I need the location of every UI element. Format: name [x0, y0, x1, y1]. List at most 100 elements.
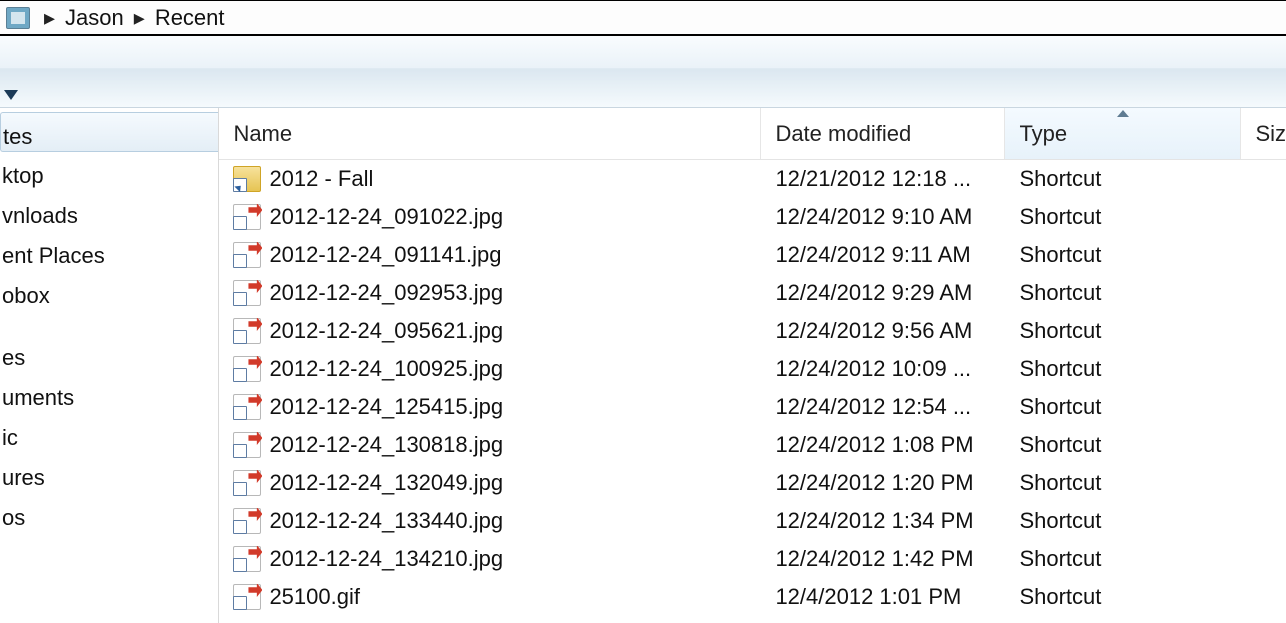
sidebar-item[interactable]: ic: [0, 414, 218, 454]
file-row[interactable]: 2012-12-24_134210.jpg 12/24/2012 1:42 PMS…: [219, 540, 1286, 578]
sort-ascending-icon: [1117, 110, 1129, 117]
sidebar-item[interactable]: uments: [0, 374, 218, 414]
cell-type: Shortcut: [1005, 546, 1241, 572]
image-shortcut-icon: [233, 204, 261, 230]
file-name: 2012-12-24_095621.jpg: [269, 318, 503, 344]
file-row[interactable]: 2012-12-24_130818.jpg 12/24/2012 1:08 PMS…: [219, 426, 1286, 464]
file-name: 2012-12-24_091022.jpg: [269, 204, 503, 230]
cell-type: Shortcut: [1005, 242, 1241, 268]
cell-date: 12/24/2012 10:09 ...: [761, 356, 1005, 382]
main-split: tesktopvnloadsent Placesobox esumentsicur…: [0, 108, 1286, 623]
cell-name: 2012 - Fall: [219, 166, 761, 192]
cell-name: 2012-12-24_130818.jpg: [219, 432, 761, 458]
image-shortcut-icon: [233, 584, 261, 610]
crumb-sep-icon: ▸: [44, 5, 55, 31]
file-name: 2012-12-24_091141.jpg: [269, 242, 501, 268]
cell-date: 12/24/2012 1:34 PM: [761, 508, 1005, 534]
cell-date: 12/24/2012 1:08 PM: [761, 432, 1005, 458]
column-label: Type: [1019, 121, 1067, 147]
sidebar-item[interactable]: os: [0, 494, 218, 534]
cell-name: 2012-12-24_091022.jpg: [219, 204, 761, 230]
sidebar-item[interactable]: ures: [0, 454, 218, 494]
image-shortcut-icon: [233, 242, 261, 268]
image-shortcut-icon: [233, 432, 261, 458]
location-icon: [6, 7, 30, 29]
file-row[interactable]: 2012 - Fall 12/21/2012 12:18 ...Shortcut: [219, 160, 1286, 198]
cell-name: 2012-12-24_132049.jpg: [219, 470, 761, 496]
cell-date: 12/24/2012 1:20 PM: [761, 470, 1005, 496]
file-name: 2012-12-24_092953.jpg: [269, 280, 503, 306]
file-name: 2012-12-24_125415.jpg: [269, 394, 503, 420]
file-name: 2012-12-24_130818.jpg: [269, 432, 503, 458]
file-row[interactable]: 25100.gif 12/4/2012 1:01 PMShortcut: [219, 578, 1286, 616]
file-name: 25100.gif: [269, 584, 360, 610]
column-label: Date modified: [775, 121, 911, 147]
sidebar-item[interactable]: vnloads: [0, 192, 218, 232]
sidebar-item[interactable]: obox: [0, 272, 218, 312]
cell-type: Shortcut: [1005, 166, 1241, 192]
breadcrumb-part[interactable]: Recent: [155, 5, 225, 31]
cell-type: Shortcut: [1005, 508, 1241, 534]
sidebar-item[interactable]: es: [0, 334, 218, 374]
sidebar-spacer: [0, 312, 218, 334]
file-row[interactable]: 2012-12-24_125415.jpg 12/24/2012 12:54 ..…: [219, 388, 1286, 426]
file-list-pane: Name Date modified Type Siz 2012 - Fall 1…: [219, 108, 1286, 623]
cell-name: 2012-12-24_091141.jpg: [219, 242, 761, 268]
column-label: Name: [233, 121, 292, 147]
file-row[interactable]: 2012-12-24_132049.jpg 12/24/2012 1:20 PMS…: [219, 464, 1286, 502]
file-rows: 2012 - Fall12/21/2012 12:18 ...Shortcut2…: [219, 160, 1286, 623]
cell-name: 2012-12-24_133440.jpg: [219, 508, 761, 534]
crumb-sep-icon: ▸: [134, 5, 145, 31]
cell-type: Shortcut: [1005, 584, 1241, 610]
cell-type: Shortcut: [1005, 432, 1241, 458]
cell-date: 12/24/2012 9:29 AM: [761, 280, 1005, 306]
file-name: 2012-12-24_100925.jpg: [269, 356, 503, 382]
nav-sidebar: tesktopvnloadsent Placesobox esumentsicur…: [0, 108, 219, 623]
column-header-size[interactable]: Siz: [1241, 108, 1286, 159]
file-row[interactable]: 2012-12-24_095621.jpg 12/24/2012 9:56 AMS…: [219, 312, 1286, 350]
cell-type: Shortcut: [1005, 394, 1241, 420]
file-row[interactable]: 2012-12-24_091141.jpg 12/24/2012 9:11 AMS…: [219, 236, 1286, 274]
cell-date: 12/24/2012 9:10 AM: [761, 204, 1005, 230]
toolbar: [0, 36, 1286, 108]
cell-type: Shortcut: [1005, 318, 1241, 344]
file-row[interactable]: 2012-12-24_091022.jpg 12/24/2012 9:10 AMS…: [219, 198, 1286, 236]
image-shortcut-icon: [233, 394, 261, 420]
image-shortcut-icon: [233, 508, 261, 534]
file-name: 2012-12-24_134210.jpg: [269, 546, 503, 572]
cell-type: Shortcut: [1005, 204, 1241, 230]
cell-date: 12/21/2012 12:18 ...: [761, 166, 1005, 192]
sidebar-item[interactable]: ktop: [0, 152, 218, 192]
cell-name: 2012-12-24_125415.jpg: [219, 394, 761, 420]
cell-type: Shortcut: [1005, 356, 1241, 382]
cell-date: 12/24/2012 9:56 AM: [761, 318, 1005, 344]
cell-date: 12/24/2012 9:11 AM: [761, 242, 1005, 268]
column-header-name[interactable]: Name: [219, 108, 761, 159]
organize-menu-dropdown[interactable]: [0, 83, 22, 107]
image-shortcut-icon: [233, 318, 261, 344]
image-shortcut-icon: [233, 546, 261, 572]
cell-name: 2012-12-24_100925.jpg: [219, 356, 761, 382]
file-row[interactable]: 2012-12-24_133440.jpg 12/24/2012 1:34 PMS…: [219, 502, 1286, 540]
breadcrumb-part[interactable]: Jason: [65, 5, 124, 31]
image-shortcut-icon: [233, 356, 261, 382]
file-row[interactable]: 2012-12-24_092953.jpg12/24/2012 9:29 AMS…: [219, 274, 1286, 312]
cell-date: 12/24/2012 1:42 PM: [761, 546, 1005, 572]
file-name: 2012 - Fall: [269, 166, 373, 192]
column-label: Siz: [1255, 121, 1286, 147]
image-shortcut-icon: [233, 470, 261, 496]
sidebar-item[interactable]: tes: [0, 112, 218, 152]
cell-name: 2012-12-24_092953.jpg: [219, 280, 761, 306]
address-bar[interactable]: ▸ Jason ▸ Recent: [0, 0, 1286, 36]
file-row[interactable]: 2012-12-24_100925.jpg 12/24/2012 10:09 ..…: [219, 350, 1286, 388]
column-header-date[interactable]: Date modified: [761, 108, 1005, 159]
cell-date: 12/24/2012 12:54 ...: [761, 394, 1005, 420]
cell-type: Shortcut: [1005, 470, 1241, 496]
cell-name: 2012-12-24_134210.jpg: [219, 546, 761, 572]
file-name: 2012-12-24_132049.jpg: [269, 470, 503, 496]
folder-shortcut-icon: [233, 166, 261, 192]
sidebar-item[interactable]: ent Places: [0, 232, 218, 272]
column-header-type[interactable]: Type: [1005, 108, 1241, 159]
cell-date: 12/4/2012 1:01 PM: [761, 584, 1005, 610]
file-name: 2012-12-24_133440.jpg: [269, 508, 503, 534]
